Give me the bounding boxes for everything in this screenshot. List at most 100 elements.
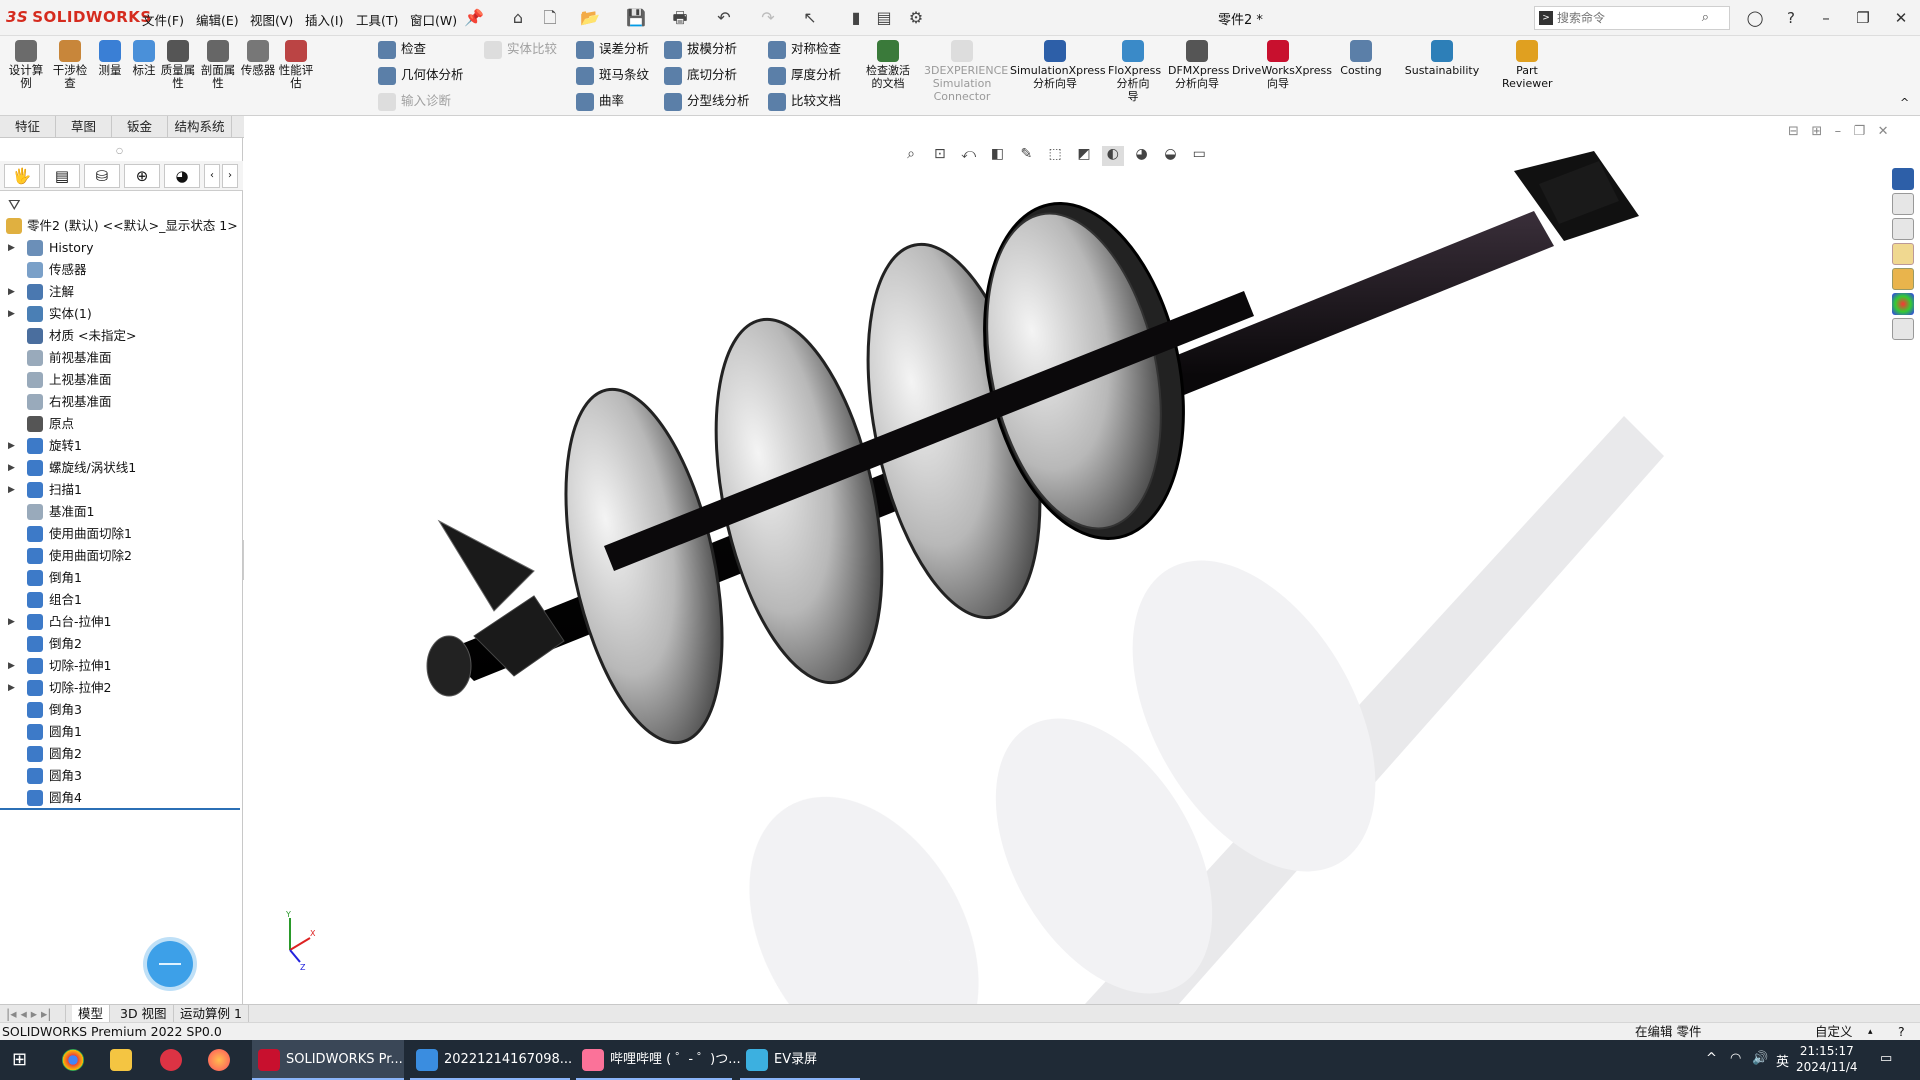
cmd-draft-analysis-button[interactable]: 拔模分析 bbox=[664, 38, 737, 60]
tab-scroll-left-icon[interactable]: ‹ bbox=[204, 164, 220, 188]
view-orientation-icon[interactable]: ⬚ bbox=[1044, 146, 1066, 166]
taskbar-app-ev-recorder[interactable]: EV录屏 bbox=[740, 1040, 860, 1080]
view-settings-icon[interactable]: ▭ bbox=[1188, 146, 1210, 166]
windows-start-icon[interactable]: ⊞ bbox=[12, 1040, 27, 1080]
tree-item[interactable]: 右视基准面 bbox=[0, 391, 242, 413]
tree-item[interactable]: 原点 bbox=[0, 413, 242, 435]
tree-item[interactable]: 圆角1 bbox=[0, 721, 242, 743]
tree-item[interactable]: 使用曲面切除2 bbox=[0, 545, 242, 567]
solidworks-logo[interactable]: 3S SOLIDWORKS bbox=[6, 8, 152, 26]
tree-item[interactable]: 传感器 bbox=[0, 259, 242, 281]
expand-arrow-icon[interactable]: ▶ bbox=[8, 281, 15, 303]
file-explorer-taskbar-icon[interactable] bbox=[110, 1040, 138, 1080]
taskbar-app-bilibili[interactable]: 哔哩哔哩 ( ゜- ゜)つ... bbox=[576, 1040, 741, 1080]
new-document-icon[interactable]: 🗋 bbox=[540, 8, 560, 28]
tray-expand-icon[interactable]: ^ bbox=[1706, 1051, 1717, 1066]
chrome-icon[interactable] bbox=[62, 1040, 90, 1080]
tree-item[interactable]: ▶ History bbox=[0, 237, 242, 259]
cmd-sensor-button[interactable]: 传感器 bbox=[238, 40, 278, 110]
undo-icon[interactable]: ↶ bbox=[714, 8, 734, 28]
tab-motion-study[interactable]: 运动算例 1 bbox=[174, 1005, 249, 1023]
cmd-check-button[interactable]: 检查 bbox=[378, 38, 426, 60]
pin-icon[interactable]: 📌 bbox=[464, 8, 484, 28]
hide-show-items-icon[interactable]: ◐ bbox=[1101, 146, 1124, 166]
menu-view[interactable]: 视图(V) bbox=[250, 10, 293, 29]
account-icon[interactable]: ◯ bbox=[1744, 8, 1766, 28]
help-icon[interactable]: ? bbox=[1780, 8, 1802, 28]
tab-3[interactable]: 结构系统 bbox=[168, 116, 232, 138]
gfx-minimize-icon[interactable]: – bbox=[1835, 124, 1842, 139]
expand-arrow-icon[interactable]: ▶ bbox=[8, 611, 15, 633]
tab-3d-view[interactable]: 3D 视图 bbox=[114, 1005, 174, 1023]
cmd-import-diag-button[interactable]: 输入诊断 bbox=[378, 90, 451, 112]
cmd-curvature-button[interactable]: 曲率 bbox=[576, 90, 624, 112]
display-manager-tab-icon[interactable]: ◕ bbox=[164, 164, 200, 188]
traffic-light-icon[interactable]: ▮ bbox=[846, 8, 866, 28]
edit-appearance-icon[interactable]: ◕ bbox=[1131, 146, 1153, 166]
cmd-undercut-button[interactable]: 底切分析 bbox=[664, 64, 737, 86]
firefox-icon[interactable] bbox=[208, 1040, 236, 1080]
volume-icon[interactable]: 🔊 bbox=[1752, 1051, 1768, 1066]
zoom-to-fit-icon[interactable]: ⌕ bbox=[900, 146, 922, 166]
panel-split2-icon[interactable]: ⊞ bbox=[1811, 124, 1822, 139]
select-icon[interactable]: ↖ bbox=[800, 8, 820, 28]
ime-indicator[interactable]: 英 bbox=[1776, 1051, 1789, 1070]
gfx-close-icon[interactable]: ✕ bbox=[1878, 124, 1889, 139]
home-icon[interactable]: ⌂ bbox=[508, 8, 528, 28]
previous-view-icon[interactable]: ⤺ bbox=[958, 146, 980, 166]
app-red-icon[interactable] bbox=[160, 1040, 188, 1080]
graphics-area[interactable] bbox=[244, 116, 1920, 1008]
print-icon[interactable]: 🖶 bbox=[670, 8, 690, 28]
ribbon-collapse-icon[interactable]: ^ bbox=[1900, 96, 1909, 109]
search-input[interactable] bbox=[1557, 9, 1697, 27]
tree-item[interactable]: 倒角3 bbox=[0, 699, 242, 721]
tree-item[interactable]: 前视基准面 bbox=[0, 347, 242, 369]
cmd-dfmxpress-button[interactable]: DFMXpress 分析向导 bbox=[1168, 40, 1229, 110]
property-manager-tab-icon[interactable]: ▤ bbox=[44, 164, 80, 188]
minimize-button[interactable]: – bbox=[1815, 8, 1837, 28]
gfx-restore-icon[interactable]: ❐ bbox=[1854, 124, 1866, 139]
search-icon[interactable]: ⌕ bbox=[1702, 10, 1709, 25]
tab-model[interactable]: 模型 bbox=[72, 1005, 111, 1023]
tree-item[interactable]: 材质 <未指定> bbox=[0, 325, 242, 347]
zoom-to-area-icon[interactable]: ⊡ bbox=[929, 146, 951, 166]
tree-item[interactable]: 组合1 bbox=[0, 589, 242, 611]
filter-icon[interactable]: ⛛ bbox=[8, 196, 21, 214]
status-units[interactable]: 自定义 bbox=[1815, 1023, 1853, 1041]
tree-item[interactable]: ▶ 螺旋线/涡状线1 bbox=[0, 457, 242, 479]
cmd-compare-bodies-button[interactable]: 实体比较 bbox=[484, 38, 557, 60]
tree-item[interactable]: ▶ 切除-拉伸2 bbox=[0, 677, 242, 699]
cmd-simxpress-button[interactable]: SimulationXpress 分析向导 bbox=[1010, 40, 1106, 110]
open-icon[interactable]: 📂 bbox=[580, 8, 600, 28]
dynamic-annotation-icon[interactable]: ✎ bbox=[1015, 146, 1037, 166]
tree-item[interactable]: 倒角2 bbox=[0, 633, 242, 655]
feature-manager-tab-icon[interactable]: 🖐 bbox=[4, 164, 40, 188]
file-explorer-icon[interactable] bbox=[1892, 243, 1914, 265]
dimxpert-tab-icon[interactable]: ⊕ bbox=[124, 164, 160, 188]
menu-window[interactable]: 窗口(W) bbox=[410, 10, 457, 29]
tree-item[interactable]: 基准面1 bbox=[0, 501, 242, 523]
system-clock[interactable]: 21:15:17 2024/11/4 bbox=[1796, 1043, 1858, 1075]
menu-tools[interactable]: 工具(T) bbox=[356, 10, 398, 29]
rollback-bar[interactable] bbox=[0, 808, 240, 810]
cmd-sustainability-button[interactable]: Sustainability bbox=[1400, 40, 1484, 110]
cmd-costing-button[interactable]: Costing bbox=[1334, 40, 1388, 110]
restore-button[interactable]: ❐ bbox=[1852, 8, 1874, 28]
expand-arrow-icon[interactable]: ▶ bbox=[8, 457, 15, 479]
tree-item[interactable]: ▶ 实体(1) bbox=[0, 303, 242, 325]
menu-edit[interactable]: 编辑(E) bbox=[196, 10, 239, 29]
view-palette-icon[interactable] bbox=[1892, 268, 1914, 290]
cmd-3dx-connector-button[interactable]: 3DEXPERIENCE Simulation Connector bbox=[924, 40, 1008, 110]
display-style-icon[interactable]: ◩ bbox=[1073, 146, 1095, 166]
command-search[interactable]: > ⌕ bbox=[1534, 6, 1730, 30]
tree-root-part[interactable]: 零件2 (默认) <<默认>_显示状态 1> bbox=[0, 215, 242, 237]
tree-item[interactable]: ▶ 扫描1 bbox=[0, 479, 242, 501]
file-properties-icon[interactable]: ▤ bbox=[874, 8, 894, 28]
cmd-design-study-button[interactable]: 设计算 例 bbox=[6, 40, 46, 110]
floating-assistant-bubble[interactable] bbox=[147, 941, 193, 987]
redo-icon[interactable]: ↷ bbox=[758, 8, 778, 28]
tree-item[interactable]: 圆角2 bbox=[0, 743, 242, 765]
close-button[interactable]: ✕ bbox=[1890, 8, 1912, 28]
tab-1[interactable]: 草图 bbox=[56, 116, 112, 138]
save-icon[interactable]: 💾 bbox=[626, 8, 646, 28]
